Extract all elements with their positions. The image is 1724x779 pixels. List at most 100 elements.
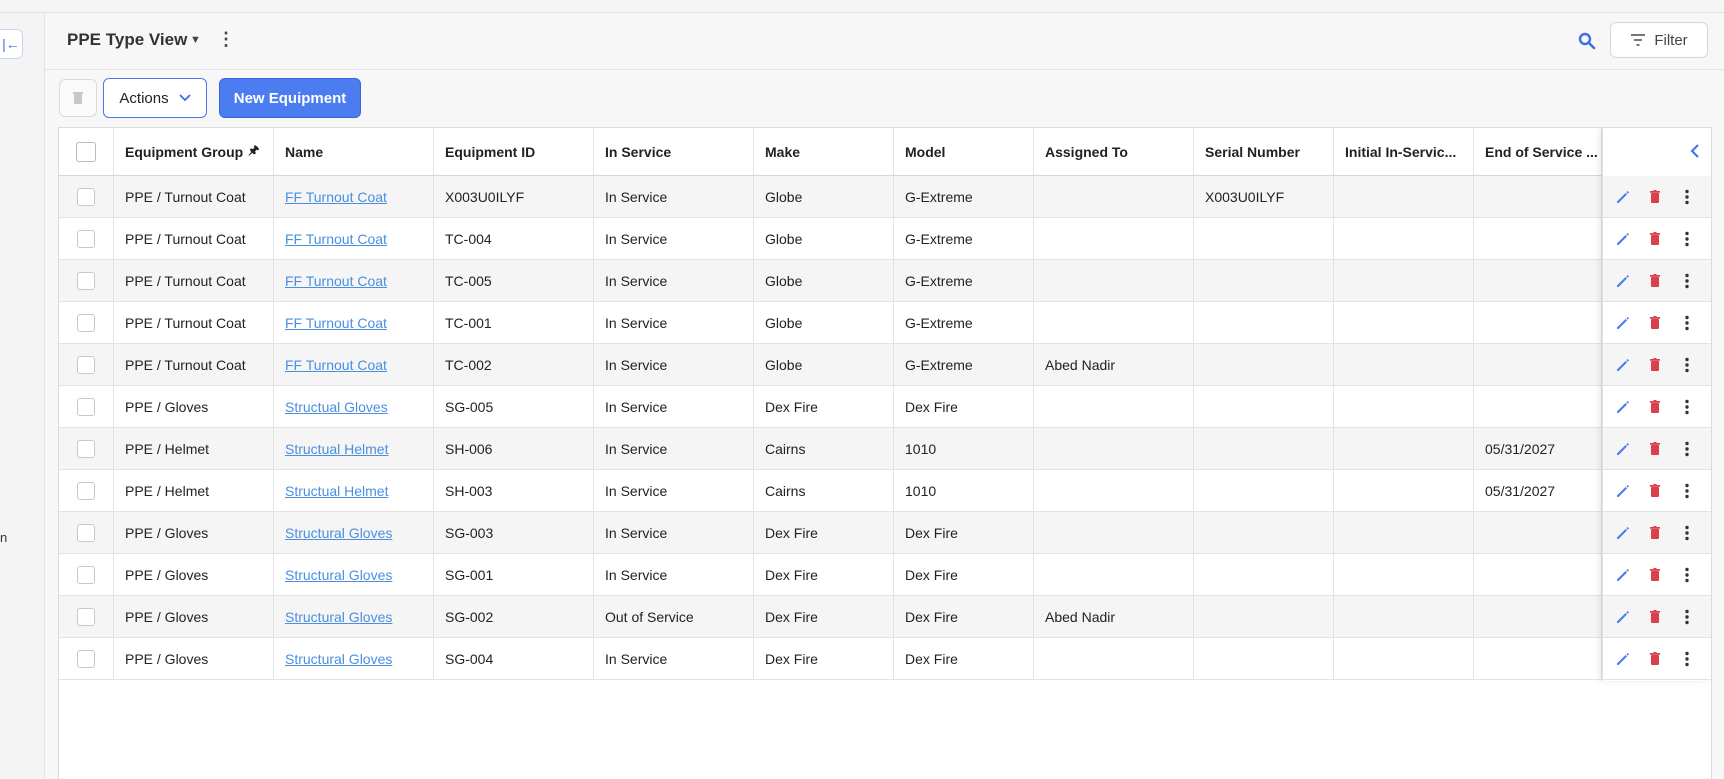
- row-checkbox[interactable]: [77, 397, 95, 416]
- search-icon[interactable]: [1575, 29, 1599, 53]
- trash-icon[interactable]: [1646, 188, 1664, 206]
- column-header-serial-number[interactable]: Serial Number: [1194, 128, 1334, 175]
- table-row[interactable]: PPE / Gloves Structural Gloves SG-001 In Se…: [59, 554, 1711, 596]
- equipment-name-link[interactable]: FF Turnout Coat: [285, 273, 387, 289]
- row-checkbox[interactable]: [77, 187, 95, 206]
- row-checkbox[interactable]: [77, 649, 95, 668]
- collapse-sidebar-icon[interactable]: |←: [0, 29, 23, 59]
- table-row[interactable]: PPE / Gloves Structural Gloves SG-002 Out o…: [59, 596, 1711, 638]
- page-title[interactable]: PPE Type View: [67, 30, 187, 50]
- trash-icon[interactable]: [1646, 650, 1664, 668]
- trash-icon[interactable]: [1646, 566, 1664, 584]
- table-row[interactable]: PPE / Turnout Coat FF Turnout Coat TC-005 I…: [59, 260, 1711, 302]
- column-header-equipment-id[interactable]: Equipment ID: [434, 128, 594, 175]
- bulk-delete-button[interactable]: [59, 79, 97, 117]
- column-header-name[interactable]: Name: [274, 128, 434, 175]
- kebab-icon[interactable]: [1678, 524, 1696, 542]
- kebab-icon[interactable]: [1678, 188, 1696, 206]
- cell-text: PPE / Turnout Coat: [125, 188, 246, 205]
- table-row[interactable]: PPE / Helmet Structual Helmet SH-006 In Ser…: [59, 428, 1711, 470]
- table-row[interactable]: PPE / Turnout Coat FF Turnout Coat TC-004 I…: [59, 218, 1711, 260]
- equipment-name-link[interactable]: Structural Gloves: [285, 609, 392, 625]
- column-header-end-of-service[interactable]: End of Service ...: [1474, 128, 1602, 175]
- column-header-initial-in-service[interactable]: Initial In-Servic...: [1334, 128, 1474, 175]
- edit-icon[interactable]: [1614, 524, 1632, 542]
- trash-icon[interactable]: [1646, 524, 1664, 542]
- trash-icon[interactable]: [1646, 272, 1664, 290]
- trash-icon[interactable]: [1646, 608, 1664, 626]
- filter-button[interactable]: Filter: [1610, 22, 1708, 58]
- row-checkbox[interactable]: [77, 481, 95, 500]
- equipment-name-link[interactable]: Structural Gloves: [285, 525, 392, 541]
- row-checkbox[interactable]: [77, 271, 95, 290]
- kebab-icon[interactable]: [1678, 440, 1696, 458]
- equipment-name-link[interactable]: Structural Gloves: [285, 651, 392, 667]
- kebab-icon[interactable]: [1678, 482, 1696, 500]
- chevron-left-icon[interactable]: [1688, 143, 1704, 159]
- edit-icon[interactable]: [1614, 482, 1632, 500]
- kebab-icon[interactable]: ⋮: [217, 30, 235, 48]
- kebab-icon[interactable]: [1678, 608, 1696, 626]
- edit-icon[interactable]: [1614, 398, 1632, 416]
- row-checkbox[interactable]: [77, 229, 95, 248]
- column-header-make[interactable]: Make: [754, 128, 894, 175]
- trash-icon[interactable]: [1646, 440, 1664, 458]
- edit-icon[interactable]: [1614, 314, 1632, 332]
- edit-icon[interactable]: [1614, 356, 1632, 374]
- edit-icon[interactable]: [1614, 608, 1632, 626]
- pin-icon[interactable]: 🖈: [248, 141, 259, 162]
- equipment-name-link[interactable]: FF Turnout Coat: [285, 357, 387, 373]
- edit-icon[interactable]: [1614, 188, 1632, 206]
- edit-icon[interactable]: [1614, 230, 1632, 248]
- row-checkbox[interactable]: [77, 523, 95, 542]
- table-row[interactable]: PPE / Gloves Structual Gloves SG-005 In Ser…: [59, 386, 1711, 428]
- table-row[interactable]: PPE / Gloves Structural Gloves SG-004 In Se…: [59, 638, 1711, 680]
- row-checkbox[interactable]: [77, 565, 95, 584]
- edit-icon[interactable]: [1614, 650, 1632, 668]
- equipment-name-link[interactable]: Structual Helmet: [285, 483, 388, 499]
- new-equipment-button[interactable]: New Equipment: [219, 78, 361, 118]
- edit-icon[interactable]: [1614, 440, 1632, 458]
- table-row[interactable]: PPE / Gloves Structural Gloves SG-003 In Se…: [59, 512, 1711, 554]
- cell-text: Dex Fire: [765, 608, 818, 625]
- column-header-assigned-to[interactable]: Assigned To: [1034, 128, 1194, 175]
- trash-icon[interactable]: [1646, 356, 1664, 374]
- cell-status: In Service: [594, 638, 754, 679]
- equipment-name-link[interactable]: Structural Gloves: [285, 567, 392, 583]
- row-checkbox[interactable]: [77, 607, 95, 626]
- kebab-icon[interactable]: [1678, 650, 1696, 668]
- equipment-name-link[interactable]: FF Turnout Coat: [285, 231, 387, 247]
- kebab-icon[interactable]: [1678, 272, 1696, 290]
- table-row[interactable]: PPE / Turnout Coat FF Turnout Coat TC-001 I…: [59, 302, 1711, 344]
- edit-icon[interactable]: [1614, 566, 1632, 584]
- trash-icon[interactable]: [1646, 482, 1664, 500]
- row-checkbox[interactable]: [77, 313, 95, 332]
- cell-serial: [1194, 554, 1334, 595]
- actions-button[interactable]: Actions: [103, 78, 207, 118]
- column-header-model[interactable]: Model: [894, 128, 1034, 175]
- caret-down-icon[interactable]: ▼: [190, 34, 201, 46]
- column-header-equipment-group[interactable]: Equipment Group 🖈: [114, 128, 274, 175]
- equipment-name-link[interactable]: FF Turnout Coat: [285, 315, 387, 331]
- column-header-in-service[interactable]: In Service: [594, 128, 754, 175]
- cell-id: SG-004: [434, 638, 594, 679]
- kebab-icon[interactable]: [1678, 566, 1696, 584]
- actions-label: Actions: [119, 89, 169, 107]
- kebab-icon[interactable]: [1678, 230, 1696, 248]
- table-row[interactable]: PPE / Turnout Coat FF Turnout Coat X003U0I…: [59, 176, 1711, 218]
- table-row[interactable]: PPE / Helmet Structual Helmet SH-003 In Ser…: [59, 470, 1711, 512]
- trash-icon[interactable]: [1646, 230, 1664, 248]
- equipment-name-link[interactable]: Structual Gloves: [285, 399, 388, 415]
- trash-icon[interactable]: [1646, 398, 1664, 416]
- row-checkbox[interactable]: [77, 439, 95, 458]
- equipment-name-link[interactable]: FF Turnout Coat: [285, 189, 387, 205]
- equipment-name-link[interactable]: Structual Helmet: [285, 441, 388, 457]
- select-all-checkbox[interactable]: [76, 141, 96, 162]
- kebab-icon[interactable]: [1678, 356, 1696, 374]
- table-row[interactable]: PPE / Turnout Coat FF Turnout Coat TC-002 I…: [59, 344, 1711, 386]
- trash-icon[interactable]: [1646, 314, 1664, 332]
- row-checkbox[interactable]: [77, 355, 95, 374]
- kebab-icon[interactable]: [1678, 314, 1696, 332]
- edit-icon[interactable]: [1614, 272, 1632, 290]
- kebab-icon[interactable]: [1678, 398, 1696, 416]
